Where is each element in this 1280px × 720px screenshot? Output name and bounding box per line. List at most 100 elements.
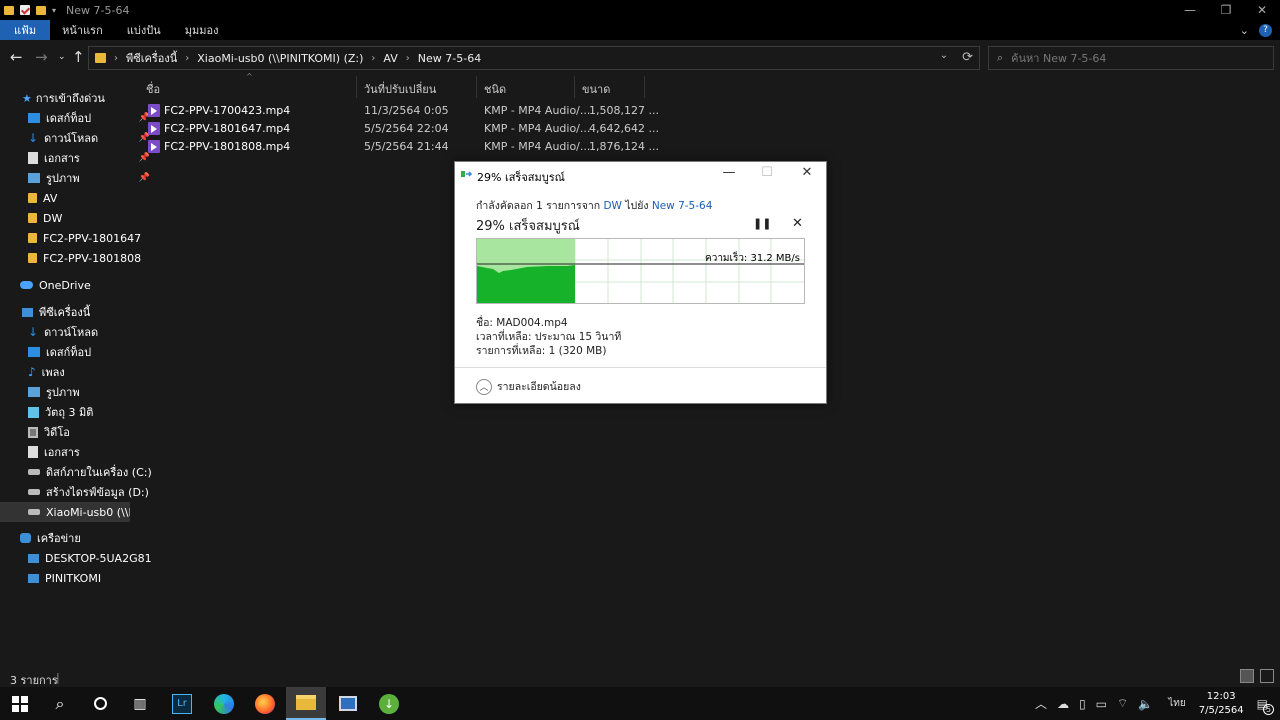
nav-drive-c[interactable]: ดิสก์ภายในเครื่อง (C:) [28,462,158,482]
tab-home[interactable]: หน้าแรก [50,20,115,40]
dialog-close-button[interactable]: ✕ [789,165,825,183]
chevron-right-icon[interactable]: › [371,53,375,64]
nav-label: วัตถุ 3 มิติ [45,406,94,419]
properties-icon[interactable] [20,5,30,15]
nav-folder-fc2-1801808[interactable]: FC2-PPV-1801808 [28,248,158,268]
volume-icon[interactable]: 🔈 [1138,697,1153,711]
notification-center-icon[interactable]: ▤ 5 [1257,697,1274,715]
column-divider[interactable] [644,76,645,98]
pictures-icon [28,173,40,183]
nav-3d-objects[interactable]: วัตถุ 3 มิติ [28,402,158,422]
computer-icon [28,553,39,563]
breadcrumb-drive[interactable]: XiaoMi-usb0 (\\PINITKOMI) (Z:) [197,52,363,65]
close-button[interactable]: ✕ [1244,0,1280,20]
edge-icon[interactable] [204,687,244,720]
file-row[interactable]: FC2-PPV-1801808.mp4 5/5/2564 21:44 KMP -… [146,138,659,156]
search-icon[interactable]: ⌕ [40,687,80,720]
nav-pc-documents[interactable]: เอกสาร [28,442,158,462]
search-box[interactable]: ⌕ ค้นหา New 7-5-64 [988,46,1274,70]
utorrent-icon[interactable]: ↓ [369,687,409,720]
breadcrumb-this-pc[interactable]: พีซีเครื่องนี้ [126,49,177,67]
cortana-icon[interactable] [80,687,120,720]
file-row[interactable]: FC2-PPV-1801647.mp4 5/5/2564 22:04 KMP -… [146,120,659,138]
nav-folder-fc2-1801647[interactable]: FC2-PPV-1801647 [28,228,158,248]
file-row[interactable]: FC2-PPV-1700423.mp4 11/3/2564 0:05 KMP -… [146,102,659,120]
nav-onedrive[interactable]: OneDrive [20,275,150,295]
input-language[interactable]: ไทย [1168,696,1185,711]
nav-label: ดิสก์ภายในเครื่อง (C:) [46,466,152,479]
up-button[interactable]: ↑ [72,48,85,66]
nav-label: วิดีโอ [44,426,70,439]
file-explorer-icon[interactable] [286,687,326,720]
details-view-button[interactable] [1240,669,1254,683]
nav-folder-av[interactable]: AV [28,188,158,208]
large-icons-view-button[interactable] [1260,669,1274,683]
onedrive-tray-icon[interactable]: ☁ [1057,697,1069,711]
forward-button[interactable]: → [35,48,48,66]
nav-videos[interactable]: วิดีโอ [28,422,158,442]
source-link[interactable]: DW [603,200,621,212]
nav-quick-access[interactable]: ★ การเข้าถึงด่วน [22,88,152,108]
column-date-modified[interactable]: วันที่ปรับเปลี่ยน [364,80,436,98]
column-size[interactable]: ขนาด [582,80,610,98]
refresh-icon[interactable]: ⟳ [962,50,973,65]
wifi-icon[interactable]: ⌔ [1117,696,1128,711]
nav-folder-dw[interactable]: DW [28,208,158,228]
destination-link[interactable]: New 7-5-64 [652,200,713,212]
dialog-maximize-button[interactable]: ☐ [749,165,785,183]
lightroom-icon[interactable]: Lr [162,687,202,720]
tab-file[interactable]: แฟ้ม [0,20,51,40]
nav-network[interactable]: เครือข่าย [20,528,150,548]
chevron-right-icon[interactable]: › [185,53,189,64]
network-app-icon[interactable] [328,687,368,720]
pause-button[interactable]: ❚❚ [753,217,771,230]
chevron-right-icon[interactable]: › [406,53,410,64]
search-placeholder[interactable]: ค้นหา New 7-5-64 [1011,49,1106,67]
nav-this-pc[interactable]: พีซีเครื่องนี้ [22,302,152,322]
help-icon[interactable]: ? [1259,23,1272,37]
tab-view[interactable]: มุมมอง [173,20,231,40]
nav-desktop[interactable]: เดสก์ท็อป 📌 [28,108,158,128]
nav-computer-pinitkomi[interactable]: PINITKOMI [28,568,158,588]
nav-label: ดาวน์โหลด [44,132,99,145]
battery-icon[interactable]: ▭ [1096,697,1107,711]
clock[interactable]: 12:03 7/5/2564 [1199,690,1244,718]
breadcrumb-current[interactable]: New 7-5-64 [418,52,481,65]
nav-downloads[interactable]: ↓ ดาวน์โหลด 📌 [28,128,158,148]
phone-link-icon[interactable]: ▯ [1079,697,1086,711]
nav-network-drive-z[interactable]: XiaoMi-usb0 (\\PIN [0,502,130,522]
nav-pc-pictures[interactable]: รูปภาพ [28,382,158,402]
firefox-icon[interactable] [245,687,285,720]
nav-pictures[interactable]: รูปภาพ 📌 [28,168,158,188]
customize-toolbar-icon[interactable]: ▾ [52,6,56,15]
breadcrumb-av[interactable]: AV [383,52,397,65]
nav-pc-desktop[interactable]: เดสก์ท็อป [28,342,158,362]
address-bar[interactable]: › พีซีเครื่องนี้ › XiaoMi-usb0 (\\PINITK… [88,46,980,70]
column-name[interactable]: ชื่อ [146,80,160,98]
show-hidden-icons-icon[interactable]: ︿ [1035,695,1047,712]
column-type[interactable]: ชนิด [484,80,506,98]
expand-ribbon-icon[interactable]: ⌄ [1240,24,1249,37]
minimize-button[interactable]: — [1172,0,1208,20]
task-view-icon[interactable]: ▥ [120,687,160,720]
dialog-minimize-button[interactable]: — [711,165,747,183]
pin-icon[interactable]: 📌 [139,173,150,183]
column-divider[interactable] [574,76,575,98]
back-button[interactable]: ← [10,48,23,66]
nav-music[interactable]: ♪ เพลง [28,362,158,382]
column-divider[interactable] [476,76,477,98]
maximize-button[interactable]: ❐ [1208,0,1244,20]
fewer-details-toggle[interactable]: ︿ รายละเอียดน้อยลง [476,378,581,395]
windows-start-icon[interactable] [0,687,40,720]
recent-locations-button[interactable]: ⌄ [58,52,66,62]
address-dropdown-icon[interactable]: ⌄ [940,50,948,65]
nav-documents[interactable]: เอกสาร 📌 [28,148,158,168]
cancel-copy-button[interactable]: ✕ [792,216,803,231]
column-divider[interactable] [356,76,357,98]
new-folder-icon[interactable] [36,5,46,15]
nav-computer-desktop[interactable]: DESKTOP-5UA2G81 [28,548,158,568]
pictures-icon [28,387,40,397]
tab-share[interactable]: แบ่งปัน [115,20,173,40]
nav-drive-d[interactable]: สร้างไดรฟ์ข้อมูล (D:) [28,482,158,502]
nav-pc-downloads[interactable]: ↓ ดาวน์โหลด [28,322,158,342]
